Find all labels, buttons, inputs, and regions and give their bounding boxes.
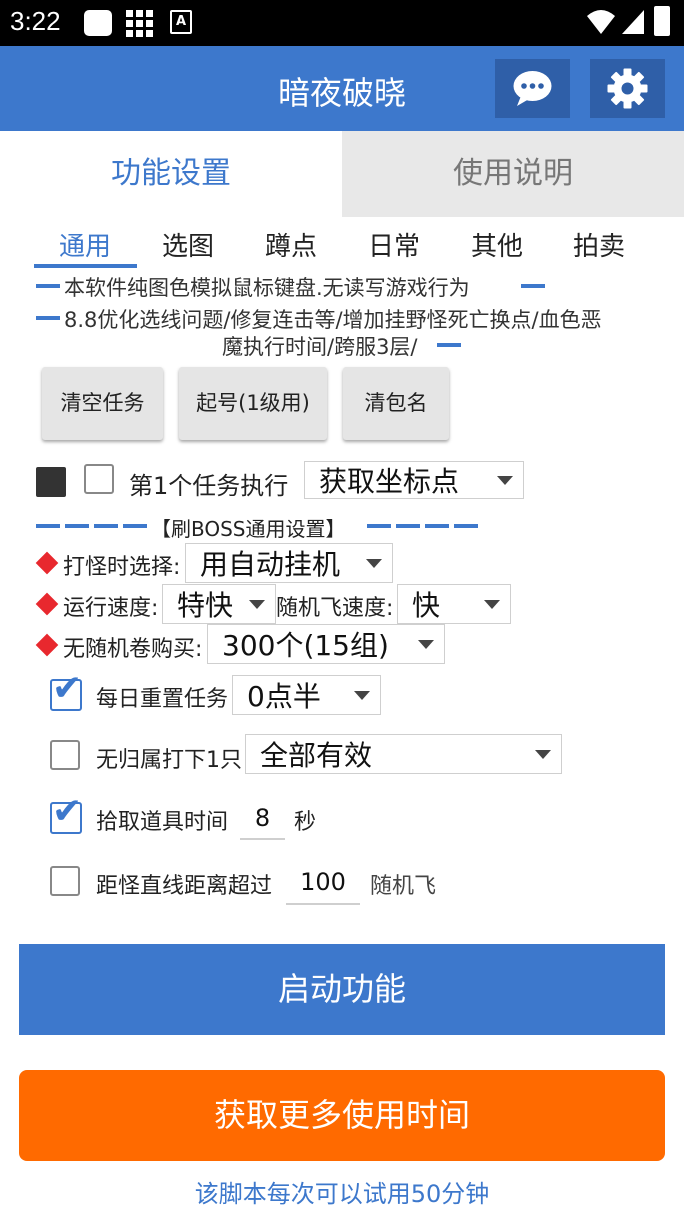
- divider: [123, 524, 147, 528]
- random-fly-speed-label: 随机飞速度:: [276, 596, 394, 621]
- run-speed-select[interactable]: 特快: [162, 584, 276, 624]
- chevron-down-icon: [366, 559, 382, 568]
- pickup-label: 拾取道具时间: [96, 810, 229, 835]
- no-owner-checkbox[interactable]: [50, 740, 80, 770]
- boss-section-title: 【刷BOSS通用设置】: [151, 517, 346, 541]
- chevron-down-icon: [535, 750, 551, 759]
- daily-reset-label: 每日重置任务: [96, 687, 229, 712]
- fight-select-label: 打怪时选择:: [63, 555, 181, 580]
- notice-line: 本软件纯图色模拟鼠标键盘.无读写游戏行为: [64, 276, 470, 300]
- trial-note: 该脚本每次可以试用50分钟: [194, 1180, 490, 1208]
- tab-instructions[interactable]: 使用说明: [342, 131, 684, 217]
- subtab-auction[interactable]: 拍卖: [548, 226, 650, 263]
- divider: [437, 343, 461, 347]
- signal-icon: [622, 10, 644, 34]
- divider: [65, 524, 89, 528]
- sim-icon: A: [170, 10, 192, 34]
- pickup-time-input[interactable]: 8: [240, 802, 285, 840]
- subtab-camp[interactable]: 蹲点: [240, 226, 342, 263]
- divider: [454, 524, 478, 528]
- app-title: 暗夜破晓: [277, 74, 406, 112]
- random-fly-speed-select[interactable]: 快: [397, 584, 511, 624]
- diamond-icon: [35, 551, 59, 575]
- check-icon: ✔: [52, 791, 83, 832]
- chevron-down-icon: [497, 476, 513, 485]
- divider: [367, 524, 391, 528]
- subtab-general[interactable]: 通用: [34, 226, 136, 263]
- run-speed-value: 特快: [177, 589, 234, 622]
- scroll-buy-select[interactable]: 300个(15组): [207, 624, 445, 664]
- fight-mode-value: 用自动挂机: [200, 548, 341, 581]
- task-label: 第1个任务执行: [129, 472, 289, 500]
- task-checkbox[interactable]: [84, 464, 114, 494]
- distance-input[interactable]: 100: [286, 865, 360, 905]
- status-time: 3:22: [10, 6, 61, 36]
- grid-icon: [126, 10, 154, 38]
- divider: [521, 284, 545, 288]
- subtab-other[interactable]: 其他: [446, 226, 548, 263]
- stop-square-icon[interactable]: [36, 467, 66, 497]
- divider: [94, 524, 118, 528]
- app-header: 暗夜破晓: [0, 46, 684, 131]
- status-bar: 3:22 A: [0, 0, 684, 46]
- battery-icon: [654, 6, 670, 36]
- chat-bubble-icon: [513, 71, 552, 106]
- daily-reset-time-select[interactable]: 0点半: [232, 675, 381, 715]
- divider: [36, 316, 60, 320]
- chat-button[interactable]: [495, 59, 570, 118]
- get-more-time-button[interactable]: 获取更多使用时间: [19, 1070, 665, 1161]
- subtab-indicator: [34, 264, 137, 268]
- daily-reset-checkbox[interactable]: ✔: [50, 671, 82, 711]
- diamond-icon: [35, 592, 59, 616]
- divider: [36, 524, 60, 528]
- no-scroll-buy-label: 无随机卷购买:: [63, 637, 203, 662]
- distance-label: 距怪直线距离超过: [96, 874, 273, 899]
- random-fly-speed-value: 快: [412, 589, 441, 622]
- task-select[interactable]: 获取坐标点: [304, 461, 524, 499]
- task-select-value: 获取坐标点: [319, 465, 460, 498]
- distance-checkbox[interactable]: [50, 866, 80, 896]
- notice-line: 魔执行时间/跨服3层/: [222, 335, 418, 359]
- fight-mode-select[interactable]: 用自动挂机: [185, 543, 393, 583]
- wifi-icon: [587, 10, 615, 34]
- no-owner-value: 全部有效: [260, 739, 373, 772]
- notice-line: 8.8优化选线问题/修复连击等/增加挂野怪死亡换点/血色恶: [64, 308, 602, 332]
- settings-button[interactable]: [590, 59, 665, 118]
- clear-tasks-button[interactable]: 清空任务: [42, 367, 163, 440]
- divider: [36, 284, 60, 288]
- clear-package-button[interactable]: 清包名: [343, 367, 449, 440]
- chevron-down-icon: [484, 600, 500, 609]
- subtab-map-select[interactable]: 选图: [137, 226, 239, 263]
- pickup-unit: 秒: [294, 810, 317, 835]
- pickup-checkbox[interactable]: ✔: [50, 794, 82, 834]
- check-icon: ✔: [52, 668, 83, 709]
- distance-suffix: 随机飞: [370, 874, 437, 899]
- chevron-down-icon: [354, 691, 370, 700]
- chevron-down-icon: [418, 640, 434, 649]
- start-function-button[interactable]: 启动功能: [19, 944, 665, 1035]
- divider: [425, 524, 449, 528]
- tab-function-settings[interactable]: 功能设置: [0, 131, 342, 217]
- diamond-icon: [35, 633, 59, 657]
- subtab-daily[interactable]: 日常: [343, 226, 445, 263]
- run-speed-label: 运行速度:: [63, 596, 159, 621]
- scroll-buy-value: 300个(15组): [222, 629, 389, 662]
- no-owner-select[interactable]: 全部有效: [245, 734, 562, 774]
- daily-reset-time-value: 0点半: [247, 680, 321, 713]
- start-account-button[interactable]: 起号(1级用): [179, 367, 327, 440]
- chevron-down-icon: [249, 600, 265, 609]
- gear-icon: [607, 68, 648, 109]
- no-owner-label: 无归属打下1只: [96, 748, 242, 773]
- notification-icon: [84, 10, 112, 36]
- divider: [396, 524, 420, 528]
